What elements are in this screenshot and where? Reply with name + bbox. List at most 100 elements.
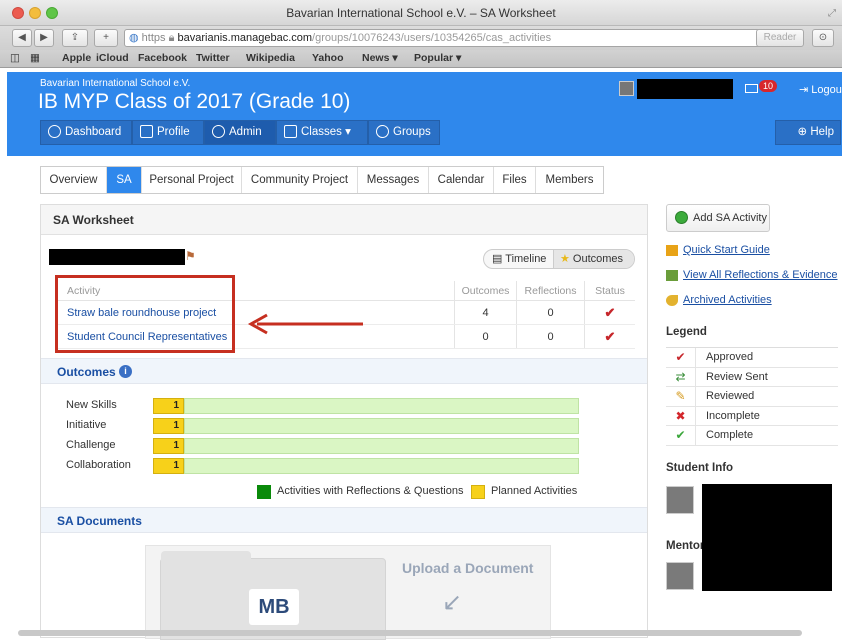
tab-calendar[interactable]: Calendar	[429, 167, 494, 193]
site-header: Bavarian International School e.V. IB MY…	[7, 72, 842, 156]
student-info-title: Student Info	[666, 462, 734, 474]
view-reflections-link[interactable]: View All Reflections & Evidence	[666, 269, 838, 281]
bookmark-icloud[interactable]: iCloud	[96, 52, 129, 64]
reflections-bar	[184, 398, 579, 414]
outcome-row: Challenge 1	[41, 437, 647, 455]
star-icon: ★	[560, 253, 573, 265]
col-reflections: Reflections	[516, 281, 584, 300]
outcomes-toggle-label: Outcomes	[572, 253, 624, 265]
clock-icon	[48, 125, 61, 138]
archived-activities-link[interactable]: Archived Activities	[666, 294, 772, 306]
fullscreen-icon[interactable]: ⤢	[828, 8, 836, 19]
lock-icon: 🔒︎	[168, 32, 175, 44]
bookmark-wikipedia[interactable]: Wikipedia	[246, 52, 295, 64]
forward-button[interactable]: ▶	[34, 29, 54, 47]
reader-button[interactable]: Reader	[756, 29, 804, 47]
timeline-toggle[interactable]: ▤ Timeline	[484, 250, 554, 268]
help-button[interactable]: ⊕ Help	[775, 120, 841, 145]
upload-arrow-icon: ↙	[442, 589, 463, 616]
timeline-icon: ▤	[492, 253, 506, 265]
quick-start-guide-link[interactable]: Quick Start Guide	[666, 244, 770, 256]
logout-link[interactable]: ⇥ Logout	[799, 83, 842, 96]
nav-profile[interactable]: Profile	[132, 120, 204, 145]
notification-badge[interactable]: 10	[759, 80, 778, 92]
horizontal-scrollbar[interactable]	[18, 630, 802, 636]
new-tab-button[interactable]: +	[94, 29, 118, 47]
approved-icon: ✔	[584, 301, 635, 324]
reviewed-icon: ✎	[666, 387, 696, 406]
outcome-row: Collaboration 1	[41, 457, 647, 475]
tab-members[interactable]: Members	[536, 167, 603, 193]
address-bar[interactable]: ◍ https 🔒︎ bavarianis.managebac.com/grou…	[124, 29, 788, 47]
planned-bar: 1	[153, 438, 184, 454]
window-title: Bavarian International School e.V. – SA …	[286, 6, 556, 20]
bookmark-twitter[interactable]: Twitter	[196, 52, 230, 64]
panel-title: SA Worksheet	[53, 213, 134, 227]
url-scheme: https	[141, 32, 166, 44]
tab-personal-project[interactable]: Personal Project	[142, 167, 242, 193]
archived-activities-label: Archived Activities	[683, 294, 772, 306]
back-button[interactable]: ◀	[12, 29, 32, 47]
image-icon	[666, 270, 678, 281]
planned-bar: 1	[153, 418, 184, 434]
legend-label: Approved	[706, 351, 754, 363]
col-status: Status	[584, 281, 635, 300]
documents-title: SA Documents	[57, 514, 142, 528]
logout-label: Logout	[811, 84, 842, 96]
legend-label: Reviewed	[706, 390, 755, 402]
user-avatar[interactable]	[619, 81, 634, 96]
globe-icon	[675, 211, 688, 224]
tab-files[interactable]: Files	[494, 167, 536, 193]
add-sa-activity-button[interactable]: Add SA Activity	[666, 204, 770, 232]
mail-icon[interactable]	[745, 84, 758, 93]
outcome-label: New Skills	[66, 399, 117, 411]
info-icon[interactable]: i	[119, 365, 132, 378]
list-icon	[284, 125, 297, 138]
bookmark-popular[interactable]: Popular ▾	[414, 52, 461, 64]
school-name: Bavarian International School e.V.	[40, 78, 191, 89]
legend-row: ⇄ Review Sent	[666, 367, 838, 387]
nav-admin[interactable]: Admin	[204, 120, 276, 145]
documents-section-header: SA Documents	[41, 507, 647, 533]
review-sent-icon: ⇄	[666, 367, 696, 387]
flag-icon	[666, 245, 678, 256]
upload-label[interactable]: Upload a Document	[402, 560, 533, 576]
nav-classes[interactable]: Classes ▾	[276, 120, 368, 145]
legend-label: Incomplete	[706, 409, 760, 422]
section-tabs: Overview SA Personal Project Community P…	[40, 166, 604, 194]
nav-dashboard-label: Dashboard	[65, 126, 122, 138]
tab-community-project[interactable]: Community Project	[242, 167, 358, 193]
book-icon[interactable]: ◫	[10, 52, 20, 64]
tab-sa[interactable]: SA	[107, 167, 142, 193]
bookmark-yahoo[interactable]: Yahoo	[312, 52, 344, 64]
top-sites-icon[interactable]: ▦	[30, 52, 40, 64]
upload-dropzone[interactable]: MB Upload a Document ↙	[145, 545, 551, 640]
redacted-user-name	[637, 79, 733, 99]
bookmark-apple[interactable]: Apple	[62, 52, 91, 64]
bookmark-facebook[interactable]: Facebook	[138, 52, 187, 64]
legend-row: ✔ Complete	[666, 426, 838, 446]
reflections-count: 0	[516, 301, 584, 324]
nav-admin-label: Admin	[229, 126, 262, 138]
bookmarks-bar: ◫ ▦ Apple iCloud Facebook Twitter Wikipe…	[0, 50, 842, 68]
flag-icon: ⚑	[185, 249, 196, 263]
view-toggle: ▤ Timeline ★ Outcomes	[483, 249, 635, 269]
panel-header: SA Worksheet	[41, 205, 647, 235]
outcomes-count: 0	[454, 325, 516, 348]
incomplete-icon: ✖	[666, 406, 696, 426]
outcome-row: Initiative 1	[41, 417, 647, 435]
class-title: IB MYP Class of 2017 (Grade 10)	[38, 90, 351, 113]
managebac-logo: MB	[249, 589, 299, 625]
share-button[interactable]: ⇪	[62, 29, 88, 47]
outcome-label: Collaboration	[66, 459, 131, 471]
outcomes-toggle[interactable]: ★ Outcomes	[554, 250, 634, 268]
nav-dashboard[interactable]: Dashboard	[40, 120, 132, 145]
download-button[interactable]: ⊙	[812, 29, 834, 47]
nav-groups[interactable]: Groups	[368, 120, 440, 145]
planned-bar: 1	[153, 398, 184, 414]
tab-messages[interactable]: Messages	[358, 167, 429, 193]
reflections-bar	[184, 438, 579, 454]
lifebuoy-icon: ⊕	[797, 126, 811, 138]
bookmark-news[interactable]: News ▾	[362, 52, 398, 64]
tab-overview[interactable]: Overview	[41, 167, 107, 193]
